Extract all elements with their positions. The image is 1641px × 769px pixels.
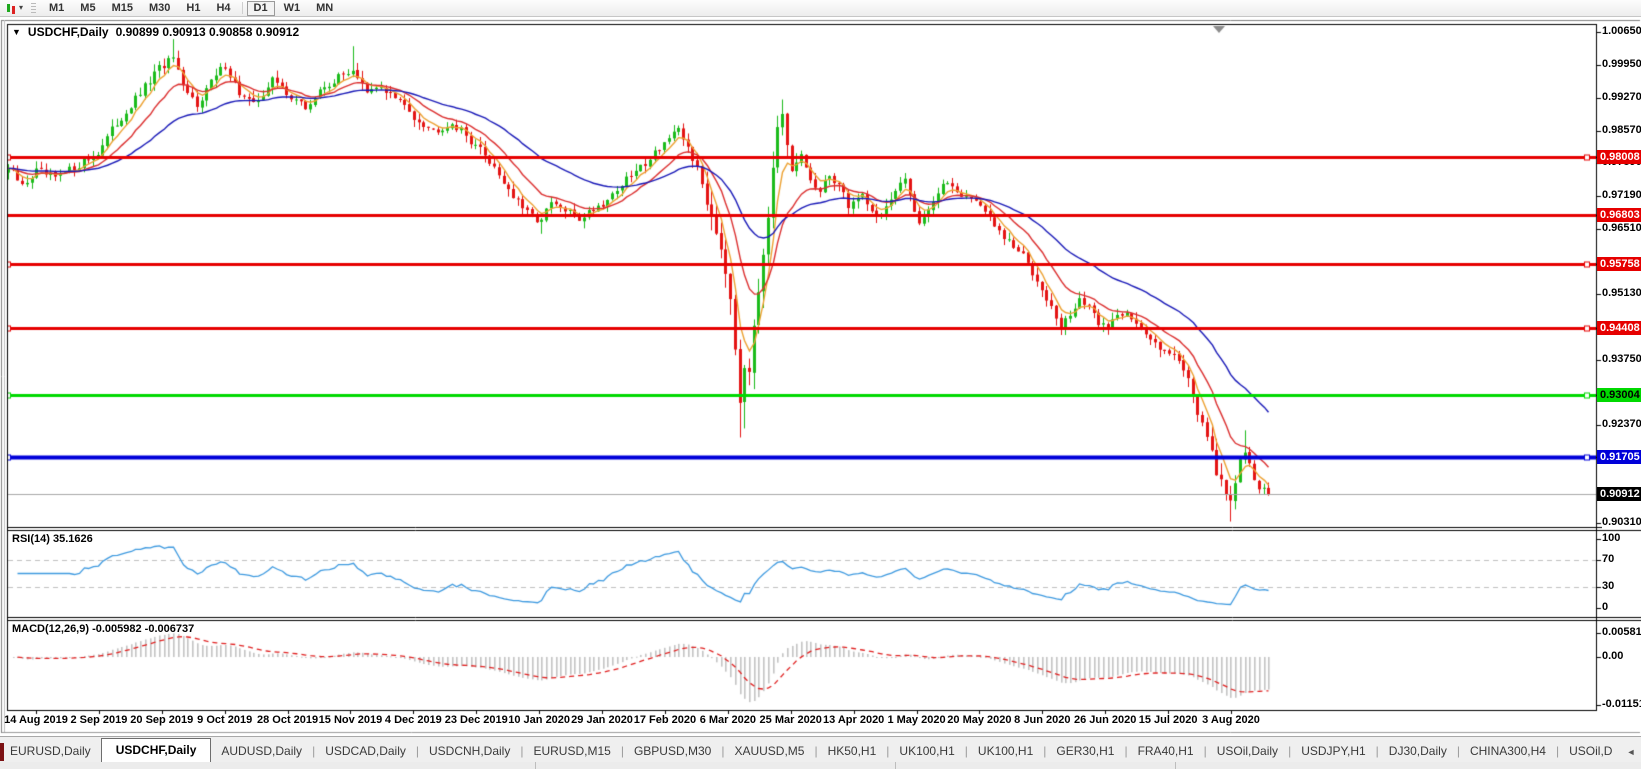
timeframe-button-d1[interactable]: D1 xyxy=(247,1,275,16)
y-axis-label: 0.93750 xyxy=(1602,353,1641,366)
y-axis-label: 0.96510 xyxy=(1602,222,1641,235)
tab-item-hk50[interactable]: HK50,H1 xyxy=(818,740,887,763)
tab-item-usoil[interactable]: USOil,D xyxy=(1559,740,1622,763)
timeframe-button-h4[interactable]: H4 xyxy=(209,1,237,16)
toolbar-separator xyxy=(242,2,243,14)
y-axis-label: 0.97190 xyxy=(1602,189,1641,202)
timeframe-button-mn[interactable]: MN xyxy=(309,1,340,16)
timeframe-button-m30[interactable]: M30 xyxy=(142,1,177,16)
tab-scroll-arrows: ◄► xyxy=(1622,747,1641,763)
date-label: 15 Nov 2019 xyxy=(319,714,383,726)
rsi-label: RSI(14) 35.1626 xyxy=(12,533,93,545)
tab-item-gbpusd[interactable]: GBPUSD,M30 xyxy=(624,740,721,763)
chart-type-button[interactable]: ▾ xyxy=(3,1,26,16)
macd-axis-label: 0.00 xyxy=(1602,650,1641,663)
tab-item-fra40[interactable]: FRA40,H1 xyxy=(1128,740,1204,763)
bottom-strip xyxy=(0,762,1641,769)
chart-canvas[interactable] xyxy=(0,0,1641,769)
chevron-down-icon: ▾ xyxy=(19,4,23,12)
timeframe-toolbar: ▾ M1M5M15M30H1H4 D1W1MN xyxy=(0,0,1641,17)
chart-tab-bar: EURUSD,DailyUSDCHF,DailyAUDUSD,Daily|USD… xyxy=(0,736,1641,763)
date-label: 8 Jun 2020 xyxy=(1014,714,1070,726)
y-axis-label: 0.99270 xyxy=(1602,91,1641,104)
tab-item-xauusd[interactable]: XAUUSD,M5 xyxy=(724,740,814,763)
date-label: 17 Feb 2020 xyxy=(634,714,696,726)
date-label: 23 Dec 2019 xyxy=(445,714,508,726)
price-level-badge: 0.91705 xyxy=(1597,450,1641,464)
timeframe-button-h1[interactable]: H1 xyxy=(179,1,207,16)
price-level-badge: 0.94408 xyxy=(1597,321,1641,335)
timeframe-buttons: M1M5M15M30H1H4 D1W1MN xyxy=(41,1,341,16)
tab-item-eurusd[interactable]: EURUSD,M15 xyxy=(523,740,620,763)
y-axis-label: 0.99950 xyxy=(1602,58,1641,71)
tab-item-usdcnh[interactable]: USDCNH,Daily xyxy=(419,740,520,763)
macd-axis-label: 0.005818 xyxy=(1602,626,1641,639)
tab-item-ger30[interactable]: GER30,H1 xyxy=(1046,740,1124,763)
tab-item-dj30[interactable]: DJ30,Daily xyxy=(1379,740,1457,763)
date-label: 2 Sep 2019 xyxy=(70,714,127,726)
date-label: 15 Jul 2020 xyxy=(1139,714,1198,726)
date-label: 29 Jan 2020 xyxy=(571,714,633,726)
chart-title: ▼ USDCHF,Daily 0.90899 0.90913 0.90858 0… xyxy=(12,25,299,39)
date-label: 3 Aug 2020 xyxy=(1202,714,1260,726)
tab-item-usoil[interactable]: USOil,Daily xyxy=(1207,740,1288,763)
date-label: 6 Mar 2020 xyxy=(700,714,756,726)
date-label: 14 Aug 2019 xyxy=(4,714,68,726)
rsi-axis-label: 0 xyxy=(1602,601,1641,614)
macd-label: MACD(12,26,9) -0.005982 -0.006737 xyxy=(12,623,194,635)
price-level-badge: 0.98008 xyxy=(1597,150,1641,164)
trading-app-window: ▾ M1M5M15M30H1H4 D1W1MN ▼ USDCHF,Daily 0.… xyxy=(0,0,1641,769)
date-label: 13 Apr 2020 xyxy=(823,714,884,726)
rsi-axis-label: 70 xyxy=(1602,553,1641,566)
date-label: 10 Jan 2020 xyxy=(508,714,570,726)
tab-item-uk100[interactable]: UK100,H1 xyxy=(889,740,964,763)
date-label: 26 Jun 2020 xyxy=(1074,714,1136,726)
symbol-period-label: USDCHF,Daily xyxy=(28,25,109,39)
toolbar-grip xyxy=(31,3,36,14)
timeframe-button-m1[interactable]: M1 xyxy=(42,1,71,16)
timeframe-button-m15[interactable]: M15 xyxy=(105,1,140,16)
timeframe-button-m5[interactable]: M5 xyxy=(73,1,102,16)
y-axis-label: 0.92370 xyxy=(1602,418,1641,431)
collapse-arrow-icon[interactable]: ▼ xyxy=(12,27,21,37)
date-label: 25 Mar 2020 xyxy=(760,714,822,726)
rsi-axis-label: 100 xyxy=(1602,532,1641,545)
y-axis-label: 0.98570 xyxy=(1602,124,1641,137)
date-label: 20 Sep 2019 xyxy=(130,714,193,726)
tab-item-usdcad[interactable]: USDCAD,Daily xyxy=(315,740,416,763)
tab-item-usdjpy[interactable]: USDJPY,H1 xyxy=(1291,740,1375,763)
tab-item-china300[interactable]: CHINA300,H4 xyxy=(1460,740,1556,763)
tabbar-edge-mark xyxy=(0,743,4,761)
tab-item-usdchf[interactable]: USDCHF,Daily xyxy=(101,738,212,763)
date-label: 1 May 2020 xyxy=(887,714,945,726)
y-axis-label: 1.00650 xyxy=(1602,25,1641,38)
price-level-badge: 0.95758 xyxy=(1597,257,1641,271)
rsi-axis-label: 30 xyxy=(1602,580,1641,593)
date-label: 9 Oct 2019 xyxy=(197,714,252,726)
price-level-badge: 0.96803 xyxy=(1597,208,1641,222)
timeframe-button-w1[interactable]: W1 xyxy=(277,1,308,16)
candlestick-chart-icon xyxy=(6,3,17,14)
y-axis-label: 0.90310 xyxy=(1602,516,1641,529)
date-label: 20 May 2020 xyxy=(947,714,1011,726)
tab-item-eurusd[interactable]: EURUSD,Daily xyxy=(0,740,101,763)
date-label: 4 Dec 2019 xyxy=(385,714,442,726)
date-label: 28 Oct 2019 xyxy=(257,714,318,726)
macd-axis-label: -0.011514 xyxy=(1602,698,1641,711)
tab-scroll-left-arrow[interactable]: ◄ xyxy=(1626,747,1635,757)
y-axis-label: 0.95130 xyxy=(1602,287,1641,300)
current-price-badge: 0.90912 xyxy=(1597,487,1641,501)
ohlc-values: 0.90899 0.90913 0.90858 0.90912 xyxy=(116,25,300,39)
tab-item-uk100[interactable]: UK100,H1 xyxy=(968,740,1043,763)
price-level-badge: 0.93004 xyxy=(1597,388,1641,402)
tab-item-audusd[interactable]: AUDUSD,Daily xyxy=(211,740,312,763)
